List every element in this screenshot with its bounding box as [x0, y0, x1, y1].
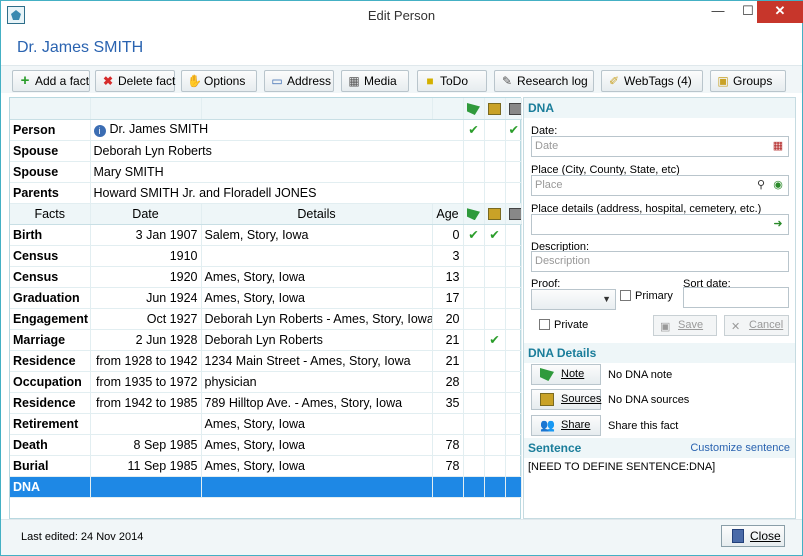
fact-row[interactable]: Birth 3 Jan 1907 Salem, Story, Iowa 0 ✔ … [10, 224, 522, 246]
door-icon [732, 529, 744, 543]
toolbar: + Add a fact ✖ Delete fact ✋ Options ▭ Addre… [1, 65, 802, 93]
fact-detail-panel: DNA Date: Date ▦ Place (City, County, St… [523, 97, 796, 519]
proof-select[interactable]: ▼ [531, 289, 616, 310]
close-button[interactable]: Close [721, 525, 785, 547]
title-bar: Edit Person — ☐ ✕ [1, 1, 803, 30]
description-input[interactable]: Description [531, 251, 789, 272]
source-icon [488, 208, 501, 221]
delete-icon: ✖ [102, 74, 114, 88]
address-button[interactable]: ▭ Address [264, 70, 334, 92]
address-icon: ▭ [271, 74, 283, 88]
media-button[interactable]: ▦ Media [341, 70, 409, 92]
col-facts[interactable]: Facts [10, 203, 91, 225]
minimize-button[interactable]: — [704, 1, 732, 23]
note-button[interactable]: Note [531, 364, 601, 385]
note-icon [467, 208, 480, 221]
note-check: ✔ [463, 119, 485, 141]
info-icon: i [93, 125, 106, 137]
plus-icon: + [20, 72, 30, 89]
cancel-button[interactable]: ✕ Cancel [724, 315, 789, 336]
fact-row[interactable]: Residence from 1942 to 1985 789 Hilltop … [10, 392, 522, 414]
save-icon: ▣ [660, 321, 671, 333]
share-icon: 👥 [540, 418, 555, 432]
sentence-section-title: Sentence Customize sentence [524, 438, 795, 458]
globe-icon[interactable]: ◉ [771, 178, 785, 192]
close-window-button[interactable]: ✕ [757, 1, 803, 23]
facts-grid: Person i Dr. James SMITH ✔ ✔ Spouse Debor… [9, 97, 522, 519]
fact-row[interactable]: Census 1920 Ames, Story, Iowa 13 [10, 266, 522, 288]
sources-status: No DNA sources [608, 394, 690, 406]
groups-button[interactable]: ▣ Groups [710, 70, 786, 92]
note-status: No DNA note [608, 369, 673, 381]
note-icon [467, 102, 480, 115]
fact-row[interactable]: Census 1910 3 [10, 245, 522, 267]
date-input[interactable]: Date ▦ [531, 136, 789, 157]
window-title: Edit Person [367, 8, 436, 23]
fact-row[interactable]: Marriage 2 Jun 1928 Deborah Lyn Roberts … [10, 329, 522, 351]
relation-row-person[interactable]: Person i Dr. James SMITH ✔ ✔ [10, 119, 522, 141]
webtags-button[interactable]: ✐ WebTags (4) [601, 70, 703, 92]
chevron-down-icon: ▼ [602, 294, 611, 304]
calendar-icon[interactable]: ▦ [771, 139, 785, 153]
media-icon: ▦ [348, 74, 360, 88]
save-button[interactable]: ▣ Save [653, 315, 717, 336]
search-icon[interactable]: ⚲ [754, 178, 768, 192]
primary-checkbox[interactable]: Primary [620, 290, 673, 302]
relation-row-spouse-1[interactable]: Spouse Deborah Lyn Roberts [10, 140, 522, 162]
delete-fact-button[interactable]: ✖ Delete fact [95, 70, 175, 92]
status-bar: Last edited: 24 Nov 2014 Close [1, 519, 802, 555]
options-icon: ✋ [187, 74, 202, 88]
edit-person-window: Edit Person — ☐ ✕ Dr. James SMITH + Add a… [0, 0, 803, 556]
groups-icon: ▣ [717, 74, 729, 88]
grid-top-header [10, 98, 522, 120]
page-title: Dr. James SMITH [17, 39, 144, 56]
source-check: ✔ [484, 224, 506, 246]
facts-header-row: Facts Date Details Age [10, 203, 522, 225]
private-checkbox[interactable]: Private [539, 319, 588, 331]
media-check: ✔ [505, 119, 522, 141]
sentence-text: [NEED TO DEFINE SENTENCE:DNA] [528, 461, 716, 473]
customize-sentence-link[interactable]: Customize sentence [690, 438, 790, 458]
col-age[interactable]: Age [432, 203, 464, 225]
cancel-icon: ✕ [731, 321, 741, 333]
fact-row[interactable]: Burial 11 Sep 1985 Ames, Story, Iowa 78 [10, 455, 522, 477]
source-icon [488, 102, 501, 115]
webtag-icon: ✐ [608, 74, 620, 88]
add-fact-button[interactable]: + Add a fact [12, 70, 90, 92]
fact-row[interactable]: Retirement Ames, Story, Iowa [10, 413, 522, 435]
place-input[interactable]: Place ⚲ ◉ [531, 175, 789, 196]
fact-row[interactable]: Engagement Oct 1927 Deborah Lyn Roberts … [10, 308, 522, 330]
todo-icon: ■ [426, 74, 434, 88]
fact-row[interactable]: Residence from 1928 to 1942 1234 Main St… [10, 350, 522, 372]
media-icon [508, 102, 520, 115]
col-details[interactable]: Details [201, 203, 433, 225]
note-icon [540, 368, 554, 381]
research-log-button[interactable]: ✎ Research log [494, 70, 594, 92]
options-button[interactable]: ✋ Options [181, 70, 257, 92]
place-details-input[interactable]: ➜ [531, 214, 789, 235]
relation-row-spouse-2[interactable]: Spouse Mary SMITH [10, 161, 522, 183]
col-date[interactable]: Date [90, 203, 202, 225]
sort-date-input[interactable] [683, 287, 789, 308]
details-section-title: DNA Details [524, 343, 795, 363]
signpost-icon[interactable]: ➜ [771, 217, 785, 231]
fact-row[interactable]: Occupation from 1935 to 1972 physician 2… [10, 371, 522, 393]
last-edited: Last edited: 24 Nov 2014 [21, 531, 144, 543]
fact-row[interactable]: Death 8 Sep 1985 Ames, Story, Iowa 78 [10, 434, 522, 456]
fact-row-selected[interactable]: DNA [10, 476, 522, 498]
source-check: ✔ [484, 329, 506, 351]
fact-row[interactable]: Graduation Jun 1924 Ames, Story, Iowa 17 [10, 287, 522, 309]
share-status: Share this fact [608, 420, 679, 432]
source-icon [540, 393, 554, 406]
note-check: ✔ [463, 224, 485, 246]
share-button[interactable]: 👥 Share [531, 415, 601, 436]
relation-row-parents[interactable]: Parents Howard SMITH Jr. and Floradell J… [10, 182, 522, 204]
fact-panel-title: DNA [524, 98, 795, 118]
media-icon [508, 208, 520, 221]
research-log-icon: ✎ [501, 74, 513, 88]
todo-button[interactable]: ■ ToDo [417, 70, 487, 92]
sources-button[interactable]: Sources [531, 389, 601, 410]
